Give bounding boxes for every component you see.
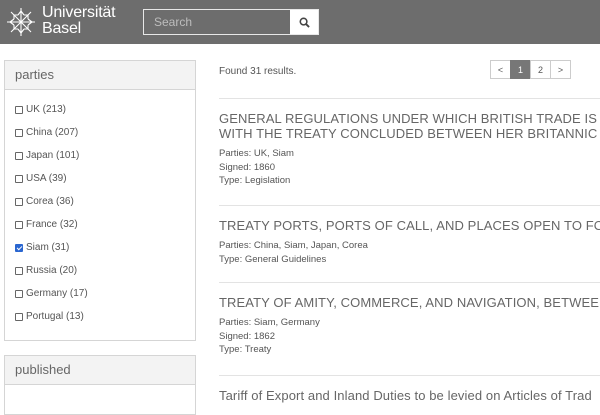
result-title-line: GENERAL REGULATIONS UNDER WHICH BRITISH … <box>219 111 600 126</box>
result-item: TREATY OF AMITY, COMMERCE, AND NAVIGATIO… <box>219 282 600 357</box>
parties-facet-list: UK (213) China (207) Japan (101) USA (39) Co… <box>5 90 195 328</box>
facet-checkbox[interactable] <box>15 151 23 160</box>
facet-item[interactable]: Japan (101) <box>5 144 195 167</box>
result-parties: Parties: UK, Siam <box>219 148 294 159</box>
facet-item[interactable]: UK (213) <box>5 98 195 121</box>
result-item: Tariff of Export and Inland Duties to be… <box>219 375 600 403</box>
parties-facet-title: parties <box>5 61 195 90</box>
result-title-link[interactable]: Tariff of Export and Inland Duties to be… <box>219 388 600 403</box>
facet-label: USA (39) <box>26 173 67 184</box>
facet-label: Corea (36) <box>26 196 74 207</box>
search-button[interactable] <box>290 10 318 34</box>
result-signed: Signed: 1860 <box>219 161 275 173</box>
top-header: Universität Basel <box>0 0 600 44</box>
result-parties: Parties: China, Siam, Japan, Corea <box>219 240 368 251</box>
search-icon <box>299 17 310 28</box>
results-count: Found 31 results. <box>219 66 297 77</box>
facet-checkbox[interactable] <box>15 105 23 114</box>
result-title-link[interactable]: TREATY OF AMITY, COMMERCE, AND NAVIGATIO… <box>219 295 600 310</box>
facet-label: Japan (101) <box>26 150 80 161</box>
result-signed: Signed: 1862 <box>219 330 275 342</box>
published-facet-title: published <box>5 356 195 385</box>
pagination: < 1 2 > <box>490 60 571 79</box>
facet-checkbox[interactable] <box>15 243 23 252</box>
result-title-link[interactable]: GENERAL REGULATIONS UNDER WHICH BRITISH … <box>219 111 600 141</box>
facet-item[interactable]: France (32) <box>5 213 195 236</box>
facet-checkbox[interactable] <box>15 220 23 229</box>
facet-label: France (32) <box>26 219 78 230</box>
facet-label: Russia (20) <box>26 265 78 276</box>
result-title-line: WITH THE TREATY CONCLUDED BETWEEN HER BR… <box>219 126 600 141</box>
facet-checkbox[interactable] <box>15 197 23 206</box>
facet-checkbox[interactable] <box>15 174 23 183</box>
brand-name[interactable]: Universität Basel <box>42 4 116 37</box>
facet-item[interactable]: USA (39) <box>5 167 195 190</box>
facet-item[interactable]: Russia (20) <box>5 259 195 282</box>
result-title-link[interactable]: TREATY PORTS, PORTS OF CALL, AND PLACES … <box>219 218 600 233</box>
result-type: Type: Treaty <box>219 344 272 355</box>
facet-checkbox[interactable] <box>15 266 23 275</box>
facet-item[interactable]: Germany (17) <box>5 282 195 305</box>
facet-label: UK (213) <box>26 104 67 115</box>
result-type: Type: Legislation <box>219 175 291 186</box>
facet-item[interactable]: China (207) <box>5 121 195 144</box>
facet-item[interactable]: Corea (36) <box>5 190 195 213</box>
facet-item[interactable]: Portugal (13) <box>5 305 195 328</box>
pagination-page-2[interactable]: 2 <box>530 60 551 79</box>
pagination-page-1[interactable]: 1 <box>510 60 531 79</box>
published-facet-panel: published <box>4 355 196 415</box>
facet-label: Portugal (13) <box>26 311 84 322</box>
result-parties: Parties: Siam, Germany <box>219 317 320 328</box>
brand-line-1: Universität <box>42 4 116 21</box>
brand-line-2: Basel <box>42 20 82 37</box>
pagination-next-button[interactable]: > <box>550 60 571 79</box>
pagination-prev-button[interactable]: < <box>490 60 511 79</box>
parties-facet-panel: parties UK (213) China (207) Japan (101) US… <box>4 60 196 341</box>
search-input[interactable] <box>144 10 290 34</box>
result-type: Type: General Guidelines <box>219 253 327 265</box>
facet-label: China (207) <box>26 127 79 138</box>
facet-item[interactable]: Siam (31) <box>5 236 195 259</box>
facet-checkbox[interactable] <box>15 289 23 298</box>
university-logo-icon[interactable] <box>6 7 36 37</box>
search-box <box>143 9 319 35</box>
facet-checkbox[interactable] <box>15 128 23 137</box>
result-item: GENERAL REGULATIONS UNDER WHICH BRITISH … <box>219 98 600 188</box>
facet-label: Germany (17) <box>26 288 88 299</box>
facet-checkbox[interactable] <box>15 312 23 321</box>
result-item: TREATY PORTS, PORTS OF CALL, AND PLACES … <box>219 205 600 266</box>
facet-label: Siam (31) <box>26 242 70 253</box>
